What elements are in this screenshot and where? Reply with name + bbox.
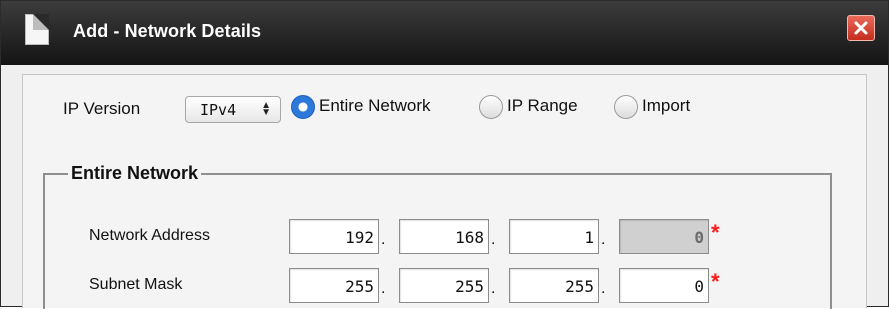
- entire-network-fieldset: Entire Network Network Address 192 . 168…: [43, 163, 832, 309]
- radio-entire-network[interactable]: [291, 95, 315, 119]
- dialog-body: IP Version IPv4 ▲ ▼ Entire Network IP Ran…: [22, 74, 867, 309]
- ip-version-label: IP Version: [63, 99, 141, 118]
- subnet-mask-octet-4[interactable]: 0: [619, 268, 709, 303]
- octet-separator: .: [491, 280, 496, 297]
- subnet-mask-octet-2[interactable]: 255: [399, 268, 489, 303]
- document-icon: [25, 14, 49, 45]
- subnet-mask-octet-1[interactable]: 255: [289, 268, 379, 303]
- ip-version-value: IPv4: [200, 101, 237, 119]
- ip-version-select[interactable]: IPv4 ▲ ▼: [185, 96, 281, 123]
- titlebar: Add - Network Details: [1, 1, 888, 65]
- octet-separator: .: [601, 280, 606, 297]
- dialog-title: Add - Network Details: [73, 21, 262, 41]
- octet-separator: .: [381, 231, 386, 248]
- radio-ip-range-label[interactable]: IP Range: [507, 96, 578, 116]
- required-mark: *: [711, 269, 720, 294]
- network-address-octet-3[interactable]: 1: [509, 219, 599, 254]
- radio-entire-network-label[interactable]: Entire Network: [319, 96, 430, 116]
- network-address-label: Network Address: [89, 227, 210, 244]
- octet-separator: .: [381, 280, 386, 297]
- add-network-dialog: Add - Network Details IP Version IPv4 ▲ ▼…: [0, 0, 889, 309]
- subnet-mask-octet-3[interactable]: 255: [509, 268, 599, 303]
- close-button[interactable]: [847, 15, 875, 41]
- radio-import-label[interactable]: Import: [642, 96, 690, 116]
- network-address-octet-2[interactable]: 168: [399, 219, 489, 254]
- required-mark: *: [711, 220, 720, 245]
- octet-separator: .: [491, 231, 496, 248]
- radio-import[interactable]: [614, 95, 638, 119]
- select-arrows-icon: ▲ ▼: [261, 100, 271, 118]
- network-address-octet-4: 0: [619, 219, 709, 254]
- octet-separator: .: [601, 231, 606, 248]
- network-address-octet-1[interactable]: 192: [289, 219, 379, 254]
- subnet-mask-label: Subnet Mask: [89, 276, 183, 293]
- fieldset-legend: Entire Network: [71, 163, 199, 183]
- radio-ip-range[interactable]: [479, 95, 503, 119]
- close-icon: [854, 21, 868, 35]
